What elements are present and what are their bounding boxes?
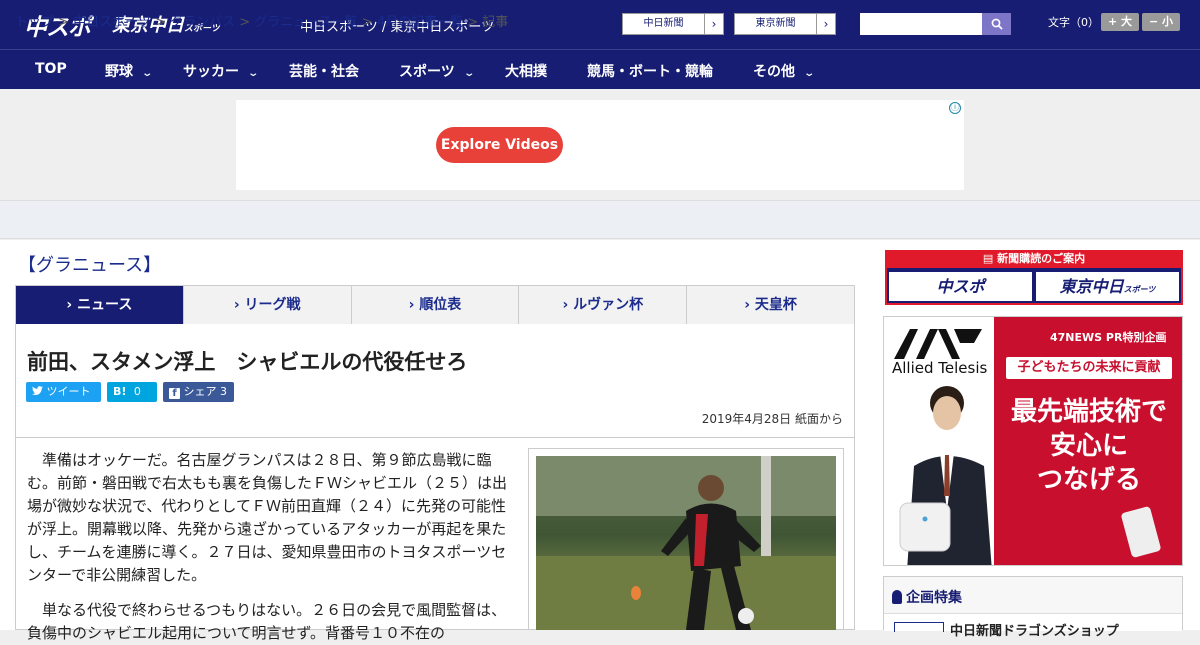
font-size-label: 文字（0）	[1048, 16, 1099, 29]
nav-item-soccer[interactable]: サッカー ⌄	[183, 61, 260, 81]
feature-thumbnail	[894, 622, 944, 632]
promo-headline-2: 安心に	[1049, 431, 1128, 461]
category-tabs: › ニュース › リーグ戦 › 順位表 › ルヴァン杯 › 天皇杯	[15, 285, 855, 330]
tab-standings[interactable]: › 順位表	[352, 286, 520, 324]
breadcrumb-chunichi-sports[interactable]: 中日スポーツ	[73, 15, 151, 30]
article-paragraph: 単なる代役で終わらせるつもりはない。２６日の会見で風間監督は、負傷中のシャビエル…	[27, 601, 507, 642]
tab-label: リーグ戦	[244, 297, 301, 313]
feature-box: 企画特集 中日新聞ドラゴンズショップ	[883, 576, 1183, 639]
chunichi-shimbun-button[interactable]: 中日新聞 ›	[622, 13, 724, 35]
promo-sub: 子どもたちの未来に貢献	[1006, 357, 1172, 379]
facebook-count: シェア 3	[183, 385, 228, 398]
promo-headline-3: つなげる	[1036, 465, 1141, 495]
feature-title: 企画特集	[892, 587, 962, 607]
chevron-down-icon: ⌄	[247, 68, 260, 79]
nav-label: 野球	[105, 64, 133, 80]
nav-label: 芸能・社会	[289, 64, 359, 80]
search-button[interactable]	[982, 13, 1011, 35]
promo-headline-1: 最先端技術で	[1010, 397, 1167, 427]
feature-item[interactable]: 中日新聞ドラゴンズショップ	[884, 613, 1182, 639]
nav-item-entertainment[interactable]: 芸能・社会	[289, 61, 359, 81]
font-larger-button[interactable]: + 大	[1101, 13, 1139, 31]
breadcrumb: トップ > 中日スポーツ > グランパス > グラニュース一覧 > 4月の記事一…	[15, 15, 509, 30]
subscribe-tokyo-label: 東京中日	[1059, 277, 1124, 296]
promo-right-panel: 47NEWS PR特別企画 子どもたちの未来に貢献 最先端技術で 安心に つなげ…	[994, 317, 1182, 565]
nav-label: 大相撲	[505, 64, 547, 80]
font-smaller-button[interactable]: − 小	[1142, 13, 1180, 31]
feature-title-text: 企画特集	[906, 590, 962, 606]
ad-banner[interactable]	[236, 100, 964, 190]
promo-tag: 47NEWS PR特別企画	[1050, 331, 1167, 344]
nav-label: サッカー	[183, 64, 239, 80]
article-photo[interactable]	[536, 456, 836, 630]
breadcrumb-bar	[0, 200, 1200, 239]
article-headline: 前田、スタメン浮上 シャビエルの代役任せろ	[27, 350, 468, 374]
tokyo-shimbun-label: 東京新聞	[735, 14, 817, 34]
nav-item-sumo[interactable]: 大相撲	[505, 61, 547, 81]
pin-icon	[892, 590, 902, 604]
twitter-icon	[32, 386, 43, 395]
player-photo-graphic	[536, 456, 836, 630]
search-icon	[991, 18, 1003, 30]
chevron-right-icon: ›	[711, 17, 717, 31]
nav-item-baseball[interactable]: 野球 ⌄	[105, 61, 154, 81]
tab-emperors-cup[interactable]: › 天皇杯	[687, 286, 854, 324]
tab-league[interactable]: › リーグ戦	[184, 286, 352, 324]
nav-label: 競馬・ボート・競輪	[587, 64, 713, 80]
nav-label: その他	[753, 64, 795, 80]
chevron-down-icon: ⌄	[463, 68, 475, 79]
subscribe-chuspo-button[interactable]: 中スポ	[889, 272, 1032, 301]
tab-label: 順位表	[419, 297, 462, 313]
breadcrumb-april-list[interactable]: 4月の記事一覧	[377, 15, 463, 30]
nav-item-racing[interactable]: 競馬・ボート・競輪	[587, 61, 713, 81]
hatena-count: 0	[133, 385, 141, 398]
tokyo-shimbun-button[interactable]: 東京新聞 ›	[734, 13, 836, 35]
article-date: 2019年4月28日 紙面から	[701, 412, 843, 426]
tweet-button[interactable]: ツイート	[26, 382, 101, 402]
promo-left-panel: Allied Telesis	[884, 317, 994, 565]
breadcrumb-gra-news-list[interactable]: グラニュース一覧	[254, 15, 357, 30]
tweet-label: ツイート	[46, 385, 91, 398]
info-icon[interactable]: ⓘ	[949, 102, 961, 114]
tab-label: ルヴァン杯	[573, 297, 644, 313]
hatena-bookmark-button[interactable]: B! 0	[107, 382, 157, 402]
presenter-figure	[899, 386, 992, 565]
section-title: 【グラニュース】	[18, 255, 162, 276]
subscribe-title: ▤ 新聞購読のご案内	[885, 250, 1183, 268]
nav-label: TOP	[35, 61, 67, 77]
tab-news[interactable]: › ニュース	[16, 286, 184, 330]
allied-telesis-logo-icon	[894, 329, 982, 359]
nav-label: スポーツ	[399, 64, 455, 80]
breadcrumb-current: 記事	[482, 15, 509, 30]
nav-item-sports[interactable]: スポーツ ⌄	[399, 61, 475, 81]
facebook-share-button[interactable]: f シェア 3	[163, 382, 234, 402]
nav-item-top[interactable]: TOP	[35, 61, 67, 77]
breadcrumb-top[interactable]: トップ	[15, 15, 54, 30]
tab-levain-cup[interactable]: › ルヴァン杯	[519, 286, 688, 324]
subscribe-tokyo-small: スポーツ	[1123, 285, 1156, 294]
tab-label: 天皇杯	[754, 297, 797, 313]
subscribe-title-text: 新聞購読のご案内	[997, 252, 1086, 265]
facebook-icon: f	[169, 388, 180, 399]
smartphone-icon	[1121, 506, 1161, 558]
hatena-icon: B!	[113, 385, 127, 398]
newspaper-icon: ▤	[982, 252, 994, 265]
tab-label: ニュース	[77, 297, 133, 313]
article-paragraph: 準備はオッケーだ。名古屋グランパスは２８日、第９節広島戦に臨む。前節・磐田戦で右…	[27, 451, 508, 584]
explore-videos-button[interactable]: Explore Videos	[436, 127, 563, 163]
subscribe-tokyo-chunichi-button[interactable]: 東京中日スポーツ	[1036, 272, 1179, 301]
chevron-right-icon: ›	[823, 17, 829, 31]
chevron-down-icon: ⌄	[803, 68, 816, 79]
breadcrumb-grampus[interactable]: グランパス	[170, 15, 235, 30]
nav-item-other[interactable]: その他 ⌄	[753, 61, 816, 81]
chevron-down-icon: ⌄	[141, 68, 154, 79]
chunichi-shimbun-label: 中日新聞	[623, 14, 705, 34]
promo-ad[interactable]: Allied Telesis 47NEWS PR特別企画 子どもたちの未来に貢献…	[883, 316, 1183, 566]
search-input[interactable]	[860, 13, 982, 35]
